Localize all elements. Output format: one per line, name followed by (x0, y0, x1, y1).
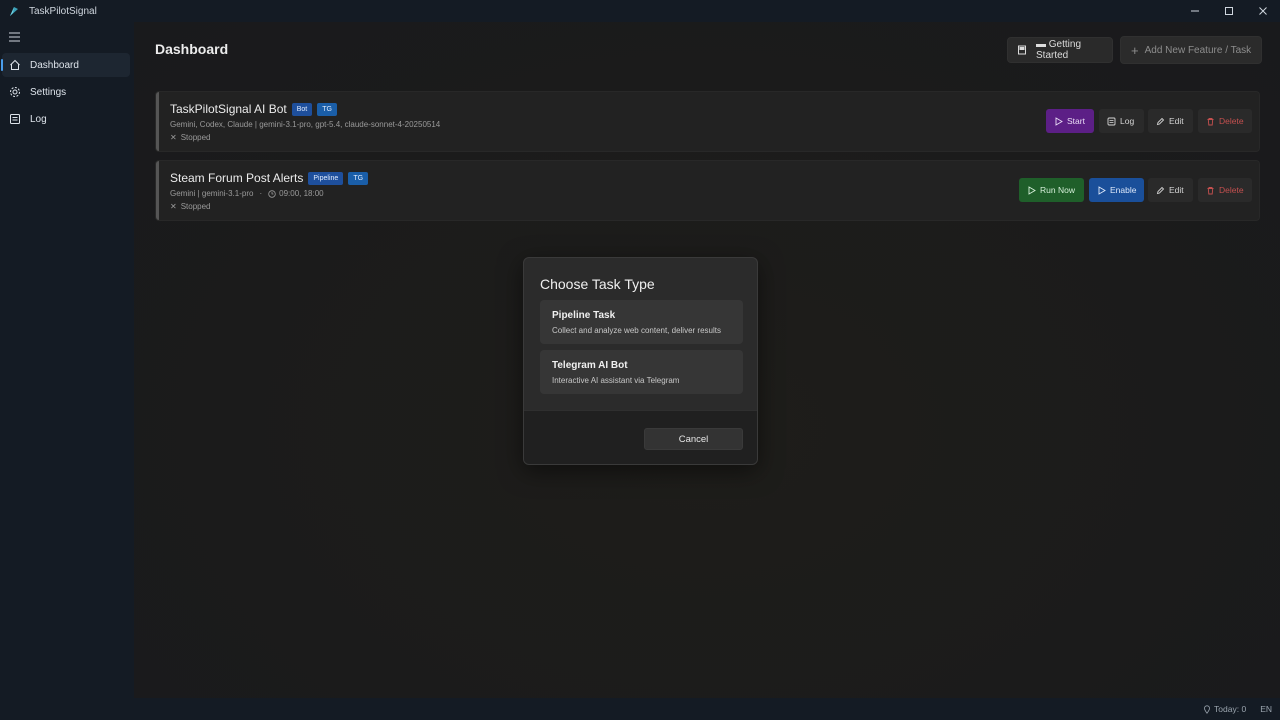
gear-icon (9, 86, 21, 98)
task-models: Gemini | gemini-3.1-pro (170, 189, 254, 198)
task-meta: Gemini | gemini-3.1-pro · 09:00, 18:00 (170, 189, 324, 198)
type-badge: Pipeline (308, 171, 344, 185)
cancel-button[interactable]: Cancel (644, 428, 743, 450)
dialog-footer: Cancel (524, 410, 757, 464)
option-pipeline-task[interactable]: Pipeline Task Collect and analyze web co… (540, 300, 743, 344)
home-icon (9, 59, 21, 71)
task-models: Gemini, Codex, Claude | gemini-3.1-pro, … (170, 120, 441, 129)
page-title: Dashboard (155, 41, 229, 57)
log-button[interactable]: Log (1099, 109, 1144, 133)
pencil-icon (1156, 186, 1165, 194)
sidebar-item-label: Settings (30, 86, 67, 98)
log-icon (1107, 117, 1116, 125)
start-button[interactable]: Start (1046, 109, 1094, 133)
task-status: ✕ Stopped (170, 133, 211, 142)
app-logo-icon (10, 7, 18, 16)
play-icon (1028, 185, 1036, 195)
sidebar-item-log[interactable]: Log (2, 107, 130, 131)
task-card: Steam Forum Post Alerts Pipeline TG Gemi… (155, 160, 1260, 221)
dialog-title: Choose Task Type (540, 276, 655, 292)
delete-button[interactable]: Delete (1198, 178, 1252, 202)
maximize-button[interactable] (1212, 0, 1246, 22)
task-status: ✕ Stopped (170, 202, 211, 211)
task-card: TaskPilotSignal AI Bot Bot TG Gemini, Co… (155, 91, 1260, 152)
minimize-icon (1191, 10, 1199, 12)
pin-icon (1204, 704, 1210, 714)
choose-task-type-dialog: Choose Task Type Pipeline Task Collect a… (523, 257, 758, 465)
option-title: Telegram AI Bot (552, 360, 628, 371)
task-name: Steam Forum Post Alerts (170, 171, 304, 185)
trash-icon (1207, 186, 1214, 194)
title-bar: TaskPilotSignal (0, 0, 1280, 22)
close-button[interactable] (1246, 0, 1280, 22)
edit-button[interactable]: Edit (1148, 109, 1193, 133)
sidebar-item-settings[interactable]: Settings (2, 80, 130, 104)
status-bar: Today: 0 EN (0, 698, 1280, 720)
sidebar-item-label: Log (30, 113, 47, 125)
play-icon (1098, 185, 1106, 195)
hamburger-menu-icon[interactable] (9, 32, 21, 42)
plus-icon: + (1131, 42, 1139, 58)
language-indicator[interactable]: EN (1260, 704, 1272, 714)
option-description: Interactive AI assistant via Telegram (552, 376, 680, 385)
minimize-button[interactable] (1178, 0, 1212, 22)
add-new-task-button[interactable]: + Add New Feature / Task (1120, 36, 1262, 64)
getting-started-button[interactable]: ▬ Getting Started (1007, 37, 1113, 63)
edit-button[interactable]: Edit (1148, 178, 1193, 202)
stopped-icon: ✕ (170, 133, 177, 142)
delete-button[interactable]: Delete (1198, 109, 1252, 133)
telegram-badge: TG (317, 102, 337, 116)
sidebar: Dashboard Settings Log (0, 22, 134, 720)
type-badge: Bot (291, 102, 313, 116)
stopped-icon: ✕ (170, 202, 177, 211)
pencil-icon (1156, 117, 1165, 125)
option-title: Pipeline Task (552, 310, 616, 321)
task-title-row: Steam Forum Post Alerts Pipeline TG (170, 171, 369, 185)
log-icon (9, 113, 21, 125)
today-counter: Today: 0 (1203, 704, 1246, 714)
option-description: Collect and analyze web content, deliver… (552, 326, 721, 335)
add-new-label: Add New Feature / Task (1144, 44, 1252, 56)
maximize-icon (1225, 7, 1233, 15)
play-icon (1055, 116, 1063, 126)
run-now-button[interactable]: Run Now (1019, 178, 1084, 202)
task-name: TaskPilotSignal AI Bot (170, 102, 287, 116)
task-schedule: 09:00, 18:00 (279, 189, 324, 198)
sidebar-item-dashboard[interactable]: Dashboard (1, 53, 130, 77)
window-controls (1178, 0, 1280, 22)
separator-dot: · (259, 189, 263, 198)
option-telegram-ai-bot[interactable]: Telegram AI Bot Interactive AI assistant… (540, 350, 743, 394)
book-icon (1017, 45, 1027, 55)
enable-button[interactable]: Enable (1089, 178, 1144, 202)
getting-started-label: ▬ Getting Started (1036, 39, 1082, 61)
trash-icon (1207, 117, 1214, 125)
telegram-badge: TG (348, 171, 369, 185)
close-icon (1259, 7, 1267, 15)
task-title-row: TaskPilotSignal AI Bot Bot TG (170, 102, 337, 116)
app-title: TaskPilotSignal (29, 5, 97, 17)
clock-icon (268, 189, 276, 198)
sidebar-item-label: Dashboard (30, 59, 79, 71)
